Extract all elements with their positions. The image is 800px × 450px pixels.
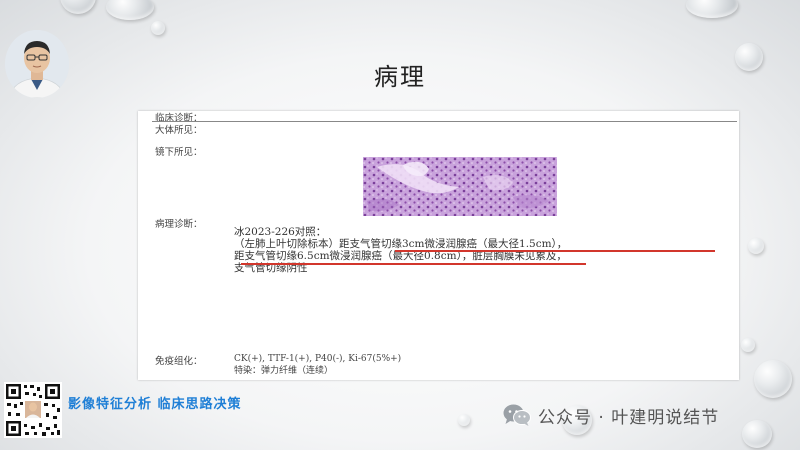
histology-image — [363, 157, 557, 216]
ihc-line: 特染：弹力纤维（连续） — [234, 366, 334, 376]
ihc-line: CK(+), TTF-1(+), P40(-), Ki-67(5%+) — [234, 354, 402, 364]
watermark-text: 公众号 · 叶建明说结节 — [538, 407, 720, 428]
water-drop-decoration — [741, 338, 755, 352]
wechat-watermark: 公众号 · 叶建明说结节 — [502, 400, 719, 430]
qr-code — [4, 382, 62, 438]
water-drop-decoration — [686, 0, 738, 18]
water-drop-decoration — [151, 21, 165, 35]
water-drop-decoration — [754, 360, 792, 398]
water-drop-decoration — [742, 420, 772, 448]
red-underline — [395, 250, 715, 252]
report-divider — [152, 121, 737, 122]
slogan-text: 影像特征分析 临床思路决策 — [68, 397, 242, 412]
water-drop-decoration — [748, 238, 764, 254]
microscopic-findings-label: 镜下所见： — [155, 147, 203, 158]
water-drop-decoration — [106, 0, 154, 20]
red-underline — [241, 263, 586, 265]
ihc-label: 免疫组化： — [155, 356, 203, 367]
wechat-icon — [502, 403, 532, 427]
water-drop-decoration — [60, 0, 96, 14]
pathology-diagnosis-label: 病理诊断： — [155, 219, 203, 230]
pathology-report: 临床诊断： 大体所见： 镜下所见： 病理诊断： 冰2023-226对照： （左肺… — [138, 111, 739, 380]
gross-findings-label: 大体所见： — [155, 125, 203, 136]
slide-title: 病理 — [374, 63, 426, 91]
water-drop-decoration — [458, 414, 470, 426]
